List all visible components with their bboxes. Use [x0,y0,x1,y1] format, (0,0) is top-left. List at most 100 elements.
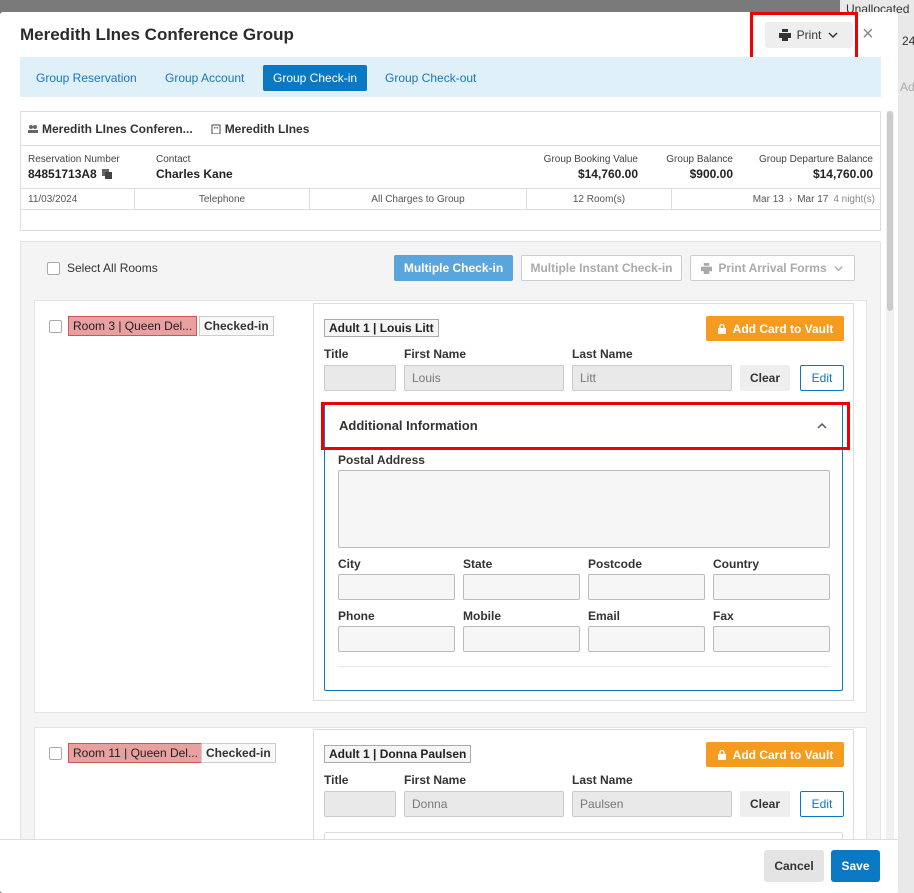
print-arrival-forms-button[interactable]: Print Arrival Forms [690,255,855,281]
departure-balance: $14,760.00 [812,167,873,181]
stay-dates: Mar 13 › Mar 17 4 night(s) [672,189,880,209]
city-label: City [338,557,361,571]
guest-panel: Adult 1 | Louis Litt Add Card to Vault T… [313,303,854,701]
background-add-label: Add [900,80,914,94]
reservation-number: 84851713A8 [28,167,97,181]
fax-input[interactable] [713,626,830,652]
room-card: Room 11 | Queen Del... Checked-in Adult … [34,727,867,840]
clear-button[interactable]: Clear [740,365,790,391]
room-count: 12 Room(s) [527,189,672,209]
charges-routing: All Charges to Group [310,189,527,209]
summary-header: Meredith LInes Conferen... Meredith LIne… [21,112,880,146]
booking-date: 11/03/2024 [21,189,135,209]
fax-label: Fax [713,609,734,623]
select-all-label: Select All Rooms [67,261,158,275]
nights-count: 4 night(s) [833,193,875,205]
departure-balance-label: Group Departure Balance [759,154,873,165]
first-name-field[interactable]: Donna [404,791,564,817]
last-name-field[interactable]: Paulsen [572,791,732,817]
title-label: Title [324,773,349,787]
phone-label: Phone [338,609,375,623]
last-name-field[interactable]: Litt [572,365,732,391]
phone-input[interactable] [338,626,455,652]
building-icon [211,123,221,134]
group-name: Meredith LInes Conferen... [42,121,193,136]
status-badge: Checked-in [201,743,276,763]
cancel-button[interactable]: Cancel [764,850,824,882]
add-card-to-vault-button[interactable]: Add Card to Vault [706,742,844,767]
lock-icon [717,323,726,334]
tab-group-checkout[interactable]: Group Check-out [375,65,486,91]
edit-button[interactable]: Edit [800,791,844,817]
printer-icon [701,262,713,274]
booking-value-label: Group Booking Value [543,154,638,165]
email-label: Email [588,609,621,623]
clear-button[interactable]: Clear [740,791,790,817]
scrollbar-thumb[interactable] [887,111,893,311]
tab-bar: Group Reservation Group Account Group Ch… [20,57,881,97]
scrollbar[interactable] [886,111,894,841]
first-name-label: First Name [404,347,467,361]
add-card-label: Add Card to Vault [732,747,834,762]
lock-icon [717,749,726,760]
checkin-rooms-panel: Select All Rooms Multiple Check-in Multi… [20,241,881,841]
title-label: Title [324,347,349,361]
room-checkbox[interactable] [49,320,62,333]
add-card-label: Add Card to Vault [732,321,834,336]
status-badge: Checked-in [199,316,274,336]
group-summary: Meredith LInes Conferen... Meredith LIne… [20,111,881,231]
first-name-field[interactable]: Louis [404,365,564,391]
summary-values-row: Reservation Number 84851713A8 Contact Ch… [21,154,880,188]
reservation-number-label: Reservation Number [28,154,120,165]
chevron-right-icon: › [788,193,793,205]
guest-panel: Adult 1 | Donna Paulsen Add Card to Vaul… [313,729,854,840]
print-arrival-forms-label: Print Arrival Forms [718,261,827,275]
guest-tag: Adult 1 | Donna Paulsen [324,745,472,763]
background-number: 24 [902,34,914,48]
city-input[interactable] [338,574,455,600]
tab-group-reservation[interactable]: Group Reservation [26,65,147,91]
contact-name: Charles Kane [156,167,233,181]
copy-icon[interactable] [101,169,112,179]
edit-button[interactable]: Edit [800,365,844,391]
summary-details-row: 11/03/2024 Telephone All Charges to Grou… [21,188,880,210]
close-icon[interactable]: × [862,24,874,44]
balance-label: Group Balance [666,154,733,165]
room-checkbox[interactable] [49,747,62,760]
select-all-rooms[interactable]: Select All Rooms [47,261,158,275]
company-name: Meredith LInes [224,121,310,136]
title-field[interactable] [324,365,396,391]
select-all-checkbox[interactable] [47,261,60,275]
multiple-instant-checkin-button[interactable]: Multiple Instant Check-in [521,255,682,281]
last-name-label: Last Name [572,773,633,787]
state-input[interactable] [463,574,580,600]
country-input[interactable] [713,574,830,600]
booking-source: Telephone [135,189,310,209]
save-button[interactable]: Save [831,850,880,882]
add-card-to-vault-button[interactable]: Add Card to Vault [706,316,844,341]
modal-title: Meredith LInes Conference Group [20,25,294,44]
postcode-input[interactable] [588,574,705,600]
state-label: State [463,557,493,571]
postcode-label: Postcode [588,557,643,571]
additional-information-section: Additional Information Postal Address Ci… [321,402,850,691]
mobile-label: Mobile [463,609,501,623]
title-field[interactable] [324,791,396,817]
mobile-input[interactable] [463,626,580,652]
section-divider [338,666,830,667]
room-tag: Room 11 | Queen Del... [68,743,203,763]
tab-group-account[interactable]: Group Account [155,65,254,91]
room-card: Room 3 | Queen Del... Checked-in Adult 1… [34,300,867,713]
group-icon [28,124,38,133]
email-input[interactable] [588,626,705,652]
postal-address-label: Postal Address [338,453,425,467]
guest-tag: Adult 1 | Louis Litt [324,319,439,337]
tab-group-checkin[interactable]: Group Check-in [263,65,368,91]
first-name-label: First Name [404,773,467,787]
contact-label: Contact [156,154,191,165]
multiple-checkin-button[interactable]: Multiple Check-in [394,255,513,281]
departure-date: Mar 17 [797,193,829,205]
modal-footer: Cancel Save [0,839,898,893]
postal-address-input[interactable] [338,470,830,548]
arrival-date: Mar 13 [752,193,784,205]
